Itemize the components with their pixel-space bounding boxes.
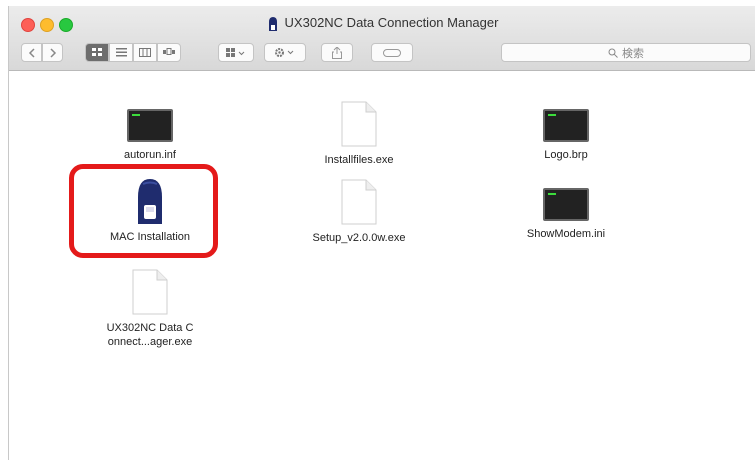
icon-view-button[interactable] bbox=[85, 43, 109, 62]
file-name: Logo.brp bbox=[544, 149, 588, 161]
cover-flow-button[interactable] bbox=[157, 43, 181, 62]
list-view-icon bbox=[115, 48, 127, 57]
file-item-ux302nc-exe[interactable]: UX302NC Data Connect...ager.exe bbox=[75, 269, 225, 349]
list-view-button[interactable] bbox=[109, 43, 133, 62]
file-item-setup[interactable]: Setup_v2.0.0w.exe bbox=[284, 179, 434, 245]
file-item-installfiles[interactable]: Installfiles.exe bbox=[284, 101, 434, 167]
forward-icon bbox=[49, 47, 56, 58]
icon-view-icon bbox=[91, 48, 102, 56]
file-item-showmodem[interactable]: ShowModem.ini bbox=[491, 188, 641, 241]
back-icon bbox=[28, 47, 35, 58]
column-view-button[interactable] bbox=[133, 43, 157, 62]
share-button[interactable] bbox=[321, 43, 353, 62]
window-title: UX302NC Data Connection Manager bbox=[284, 15, 499, 30]
arrange-icon bbox=[226, 47, 245, 57]
action-gear-icon bbox=[275, 48, 294, 57]
column-view-icon bbox=[139, 48, 151, 57]
terminal-icon bbox=[543, 188, 589, 221]
back-button[interactable] bbox=[21, 43, 42, 62]
window-title-area: UX302NC Data Connection Manager bbox=[9, 15, 755, 31]
forward-button[interactable] bbox=[42, 43, 63, 62]
cover-flow-icon bbox=[163, 48, 175, 55]
file-name: autorun.inf bbox=[124, 149, 176, 161]
search-placeholder: 検索 bbox=[622, 47, 644, 60]
title-bar: UX302NC Data Connection Manager 検索 bbox=[9, 6, 755, 71]
file-item-logo[interactable]: Logo.brp bbox=[491, 109, 641, 162]
tag-button[interactable] bbox=[371, 43, 413, 62]
action-button[interactable] bbox=[264, 43, 306, 62]
file-name: UX302NC Data Connect...ager.exe bbox=[106, 322, 194, 348]
file-item-autorun[interactable]: autorun.inf bbox=[75, 109, 225, 162]
tag-icon bbox=[383, 48, 401, 57]
search-icon bbox=[608, 48, 618, 58]
arrange-button[interactable] bbox=[218, 43, 254, 62]
document-icon bbox=[341, 179, 377, 225]
share-icon bbox=[332, 46, 342, 59]
usb-modem-icon bbox=[268, 16, 277, 31]
search-field[interactable]: 検索 bbox=[501, 43, 751, 62]
document-icon bbox=[132, 269, 168, 315]
highlight-box bbox=[69, 164, 218, 258]
file-name: Setup_v2.0.0w.exe bbox=[312, 232, 406, 244]
terminal-icon bbox=[127, 109, 173, 142]
file-name: ShowModem.ini bbox=[526, 228, 606, 240]
document-icon bbox=[341, 101, 377, 147]
file-name: Installfiles.exe bbox=[324, 154, 394, 166]
terminal-icon bbox=[543, 109, 589, 142]
file-icon-grid: autorun.inf Installfiles.exe Logo.brp MA… bbox=[9, 71, 755, 460]
